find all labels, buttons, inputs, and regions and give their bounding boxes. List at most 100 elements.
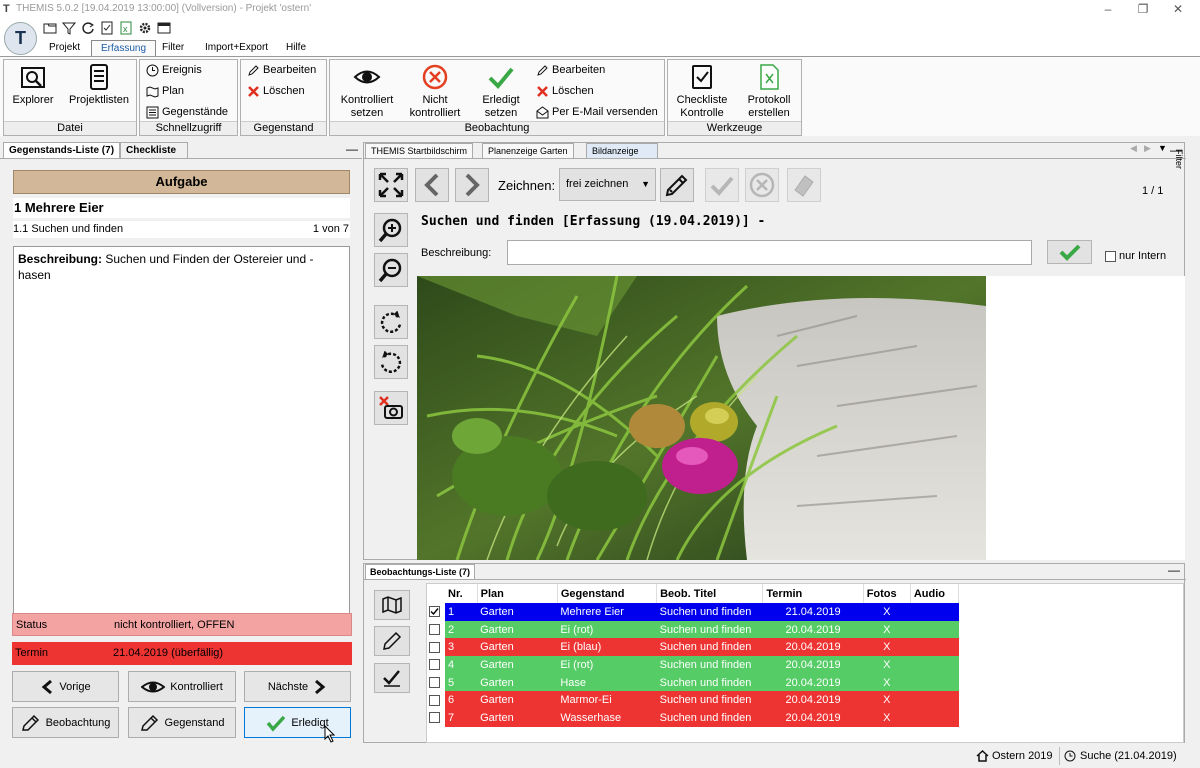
gegenstand-bearbeiten-button[interactable]: Bearbeiten: [247, 61, 316, 79]
cell-nr: 1: [445, 603, 478, 621]
nur-intern-checkbox[interactable]: [1105, 251, 1116, 262]
check-observation-button[interactable]: [374, 663, 410, 693]
tab-erfassung[interactable]: Erfassung: [91, 40, 157, 57]
draw-cancel-button[interactable]: [745, 168, 779, 202]
sub-item-count: 1 von 7: [312, 223, 349, 235]
protokoll-erstellen-button[interactable]: Protokoll erstellen: [738, 63, 800, 120]
tab-import-export[interactable]: Import+Export: [196, 40, 277, 57]
zoom-out-button[interactable]: [374, 253, 408, 287]
tab-scroll-right-icon[interactable]: ▶: [1144, 143, 1151, 154]
naechste-button[interactable]: Nächste: [244, 671, 351, 702]
tab-checkliste[interactable]: Checkliste: [120, 142, 188, 158]
eraser-button[interactable]: [787, 168, 821, 202]
row-checkbox-cell: [427, 638, 446, 657]
column-header-titel[interactable]: Beob. Titel: [656, 584, 764, 603]
column-header-gegenstand[interactable]: Gegenstand: [557, 584, 658, 603]
tab-scroll-left-icon[interactable]: ◀: [1130, 143, 1137, 154]
footer-search-date[interactable]: Suche (21.04.2019): [1080, 750, 1177, 762]
row-checkbox[interactable]: [429, 659, 440, 671]
refresh-icon[interactable]: [81, 21, 95, 35]
row-checkbox[interactable]: [429, 641, 440, 653]
edit-observation-button[interactable]: [374, 626, 410, 656]
row-checkbox[interactable]: [429, 712, 440, 724]
tab-projekt[interactable]: Projekt: [40, 40, 89, 57]
app-menu-button[interactable]: T: [4, 22, 37, 55]
table-row[interactable]: 3 Garten Ei (blau) Suchen und finden 20.04.2…: [427, 638, 959, 657]
previous-image-button[interactable]: [415, 168, 449, 202]
projektlisten-button[interactable]: Projektlisten: [64, 63, 134, 107]
row-checkbox[interactable]: [429, 694, 440, 706]
next-image-button[interactable]: [455, 168, 489, 202]
row-checkbox[interactable]: [429, 624, 440, 636]
window-icon[interactable]: [157, 21, 171, 35]
sub-item-row[interactable]: 1.1 Suchen und finden 1 von 7: [13, 221, 350, 238]
rotate-right-button[interactable]: [374, 305, 408, 339]
tab-planenzeige-garten[interactable]: Planenzeige Garten: [482, 143, 574, 158]
panel-minimize-button[interactable]: —: [346, 142, 358, 156]
column-header-plan[interactable]: Plan: [477, 584, 558, 603]
tab-bildanzeige[interactable]: Bildanzeige: [586, 143, 658, 158]
beobachtung-button[interactable]: Beobachtung: [12, 707, 119, 738]
show-on-plan-button[interactable]: [374, 590, 410, 620]
tab-startbildschirm[interactable]: THEMIS Startbildschirm: [365, 143, 474, 158]
plan-button[interactable]: Plan: [146, 82, 184, 100]
beschreibung-input[interactable]: [507, 240, 1032, 265]
tab-filter[interactable]: Filter: [153, 40, 193, 57]
excel-icon[interactable]: x: [119, 21, 133, 35]
tab-beobachtungs-liste[interactable]: Beobachtungs-Liste (7): [365, 564, 476, 579]
nicht-kontrolliert-button[interactable]: Nicht kontrolliert: [404, 63, 466, 120]
pencil-icon: [665, 174, 688, 197]
rotate-left-button[interactable]: [374, 345, 408, 379]
close-button[interactable]: ✕: [1160, 0, 1196, 18]
ereignis-button[interactable]: Ereignis: [146, 61, 202, 79]
projektlisten-label: Projektlisten: [69, 94, 129, 106]
erledigt-setzen-button[interactable]: Erledigt setzen: [470, 63, 532, 120]
row-checkbox[interactable]: [429, 606, 440, 618]
group-label-datei: Datei: [4, 121, 136, 135]
filter-icon[interactable]: [62, 21, 76, 35]
email-versenden-button[interactable]: Per E-Mail versenden: [536, 103, 658, 121]
table-row[interactable]: 5 Garten Hase Suchen und finden 20.04.2019 X: [427, 673, 959, 692]
tab-hilfe[interactable]: Hilfe: [277, 40, 315, 57]
vorige-label: Vorige: [59, 680, 91, 693]
tab-gegenstands-liste[interactable]: Gegenstands-Liste (7): [3, 142, 121, 158]
table-row[interactable]: 1 Garten Mehrere Eier Suchen und finden 21.0…: [427, 603, 959, 621]
table-row[interactable]: 7 Garten Wasserhase Suchen und finden 20.04.…: [427, 709, 959, 727]
footer-project[interactable]: Ostern 2019: [992, 750, 1053, 762]
panel-minimize-button[interactable]: —: [1168, 563, 1180, 577]
gegenstand-button[interactable]: Gegenstand: [128, 707, 236, 738]
fullscreen-button[interactable]: [374, 168, 408, 202]
filter-side-tab[interactable]: Filter: [1172, 149, 1184, 179]
draw-pencil-button[interactable]: [660, 168, 694, 202]
gegenstaende-button[interactable]: Gegenstände: [146, 103, 228, 121]
folder-icon[interactable]: [43, 21, 57, 35]
checkliste-kontrolle-button[interactable]: Checkliste Kontrolle: [671, 63, 733, 120]
vorige-button[interactable]: Vorige: [12, 671, 119, 702]
gegenstand-loeschen-button[interactable]: Löschen: [247, 82, 305, 100]
sub-item-label: 1.1 Suchen und finden: [13, 223, 124, 235]
column-header-audio[interactable]: Audio: [910, 584, 960, 603]
chevron-right-icon: [465, 173, 480, 197]
checklist-icon[interactable]: [100, 21, 114, 35]
zoom-in-button[interactable]: [374, 213, 408, 247]
draw-confirm-button[interactable]: [705, 168, 739, 202]
restore-button[interactable]: ❐: [1125, 0, 1161, 18]
kontrolliert-button[interactable]: Kontrolliert: [128, 671, 236, 702]
table-row[interactable]: 6 Garten Marmor-Ei Suchen und finden 20.04.2…: [427, 691, 959, 710]
row-checkbox[interactable]: [429, 677, 440, 689]
zeichnen-select[interactable]: frei zeichnen ▼: [559, 168, 656, 201]
beobachtung-loeschen-button[interactable]: Löschen: [536, 82, 594, 100]
column-header-fotos[interactable]: Fotos: [863, 584, 911, 603]
minimize-button[interactable]: –: [1090, 0, 1126, 18]
kontrolliert-setzen-button[interactable]: Kontrolliert setzen: [333, 63, 401, 120]
table-row[interactable]: 4 Garten Ei (rot) Suchen und finden 20.04.20…: [427, 656, 959, 674]
save-beschreibung-button[interactable]: [1047, 240, 1092, 264]
tab-list-dropdown-icon[interactable]: ▼: [1158, 143, 1167, 153]
table-row[interactable]: 2 Garten Ei (rot) Suchen und finden 20.04.20…: [427, 620, 959, 639]
delete-photo-button[interactable]: [374, 391, 408, 425]
explorer-button[interactable]: Explorer: [7, 63, 59, 107]
settings-icon[interactable]: [138, 21, 152, 35]
column-header-nr[interactable]: Nr.: [445, 584, 478, 603]
column-header-termin[interactable]: Termin: [762, 584, 864, 603]
beobachtung-bearbeiten-button[interactable]: Bearbeiten: [536, 61, 605, 79]
